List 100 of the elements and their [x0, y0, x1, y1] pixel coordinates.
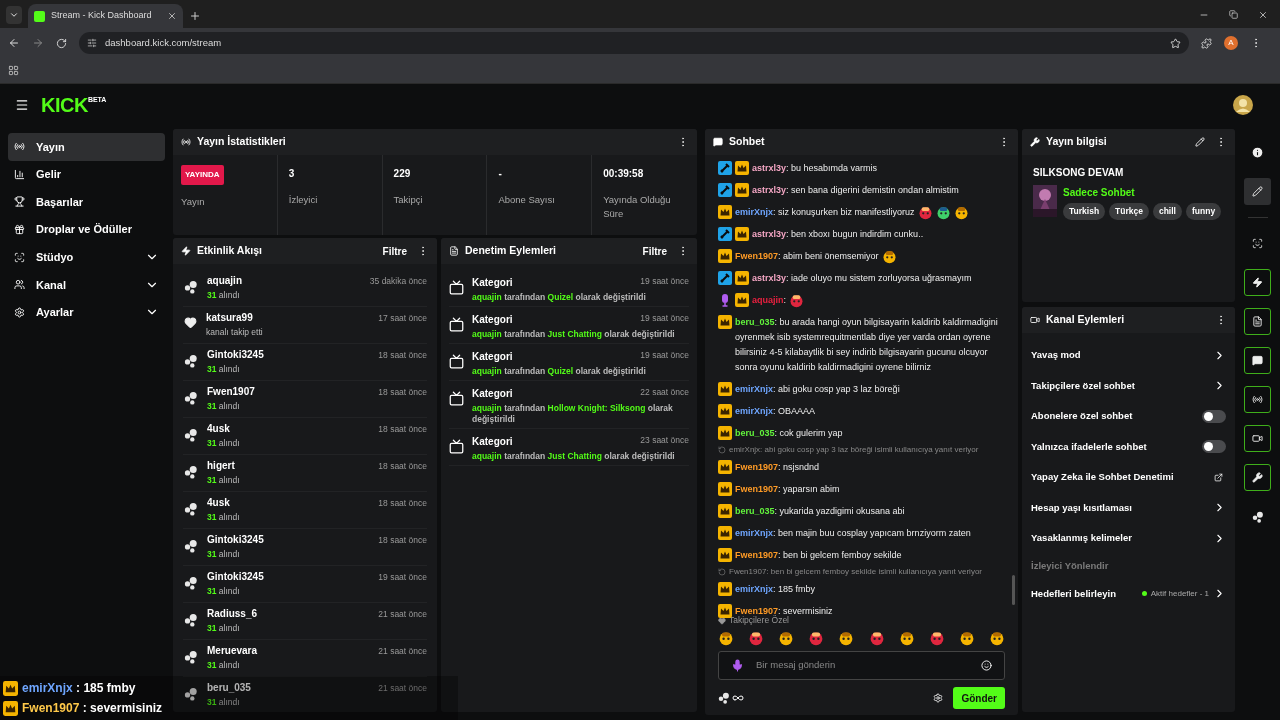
- extensions-icon[interactable]: [1201, 37, 1212, 49]
- category-name[interactable]: Sadece Sohbet: [1063, 185, 1222, 200]
- sidebar-item[interactable]: Başarılar: [8, 188, 165, 216]
- chat-message: Fwen1907: yaparsın abim: [735, 482, 840, 496]
- sidebar-item[interactable]: Droplar ve Ödüller: [8, 215, 165, 244]
- activity-time: 21 saat önce: [378, 645, 427, 658]
- activity-user: Gintoki3245: [207, 534, 265, 546]
- activity-time: 18 saat önce: [378, 534, 427, 547]
- chat-message: Fwen1907: ben bi gelcem femboy sekilde: [735, 548, 902, 562]
- sidebar-item[interactable]: Kanal: [8, 270, 165, 299]
- points-icon: [184, 650, 198, 664]
- sidebar-item[interactable]: Yayın: [8, 133, 165, 161]
- chat-message: beru_035: cok gulerim yap: [735, 426, 843, 440]
- edit-icon[interactable]: [1195, 137, 1205, 147]
- activity-time: 18 saat önce: [378, 349, 427, 362]
- message-field[interactable]: Bir mesaj gönderin: [756, 658, 969, 673]
- close-window-icon[interactable]: [1258, 10, 1268, 20]
- external-link-icon: [1214, 472, 1223, 482]
- sidebar-item[interactable]: Stüdyo: [8, 243, 165, 271]
- filter-button[interactable]: Filtre: [642, 243, 667, 259]
- tag[interactable]: chill: [1152, 203, 1182, 220]
- channel-action-row[interactable]: Yasaklanmış kelimeler: [1031, 523, 1226, 554]
- reload-icon[interactable]: [56, 37, 67, 49]
- panel-toggle-button[interactable]: [1244, 386, 1271, 413]
- menu-icon[interactable]: [15, 97, 29, 112]
- emote-icon[interactable]: [928, 630, 945, 646]
- send-button[interactable]: Gönder: [953, 687, 1005, 709]
- microphone-icon[interactable]: [731, 659, 744, 672]
- new-tab-icon[interactable]: [189, 10, 201, 22]
- emote-icon[interactable]: [748, 630, 765, 646]
- emote-icon[interactable]: [868, 630, 885, 646]
- action-description: aquajin tarafından Just Chatting olarak değiştirildi: [472, 329, 676, 340]
- channel-action-row[interactable]: Hedefleri belirleyin Aktif hedefler - 1: [1031, 578, 1226, 609]
- wrench-icon: [1030, 137, 1040, 147]
- kick-logo[interactable]: KICK: [41, 94, 88, 115]
- close-icon[interactable]: [167, 11, 177, 21]
- activity-user: beru_035: [207, 682, 252, 694]
- chat-message: astrxl3y: iade oluyo mu sistem zorluyorsa uğrasmayım: [752, 271, 972, 285]
- channel-action-row[interactable]: Yalnızca ifadelerle sohbet: [1031, 431, 1226, 462]
- channel-action-row[interactable]: Abonelere özel sohbet: [1031, 401, 1226, 432]
- activity-note: 31 alındı: [207, 549, 241, 559]
- emote-icon[interactable]: [989, 630, 1005, 646]
- chevron-down-icon: [9, 10, 19, 20]
- channel-action-row[interactable]: Takipçilere özel sohbet: [1031, 370, 1226, 401]
- panel-toggle-button[interactable]: [1244, 425, 1271, 452]
- panel-toggle-button[interactable]: [1244, 464, 1271, 491]
- emote-icon[interactable]: [808, 630, 825, 646]
- browser-tab[interactable]: Stream - Kick Dashboard: [28, 4, 183, 28]
- edit-button[interactable]: [1244, 178, 1271, 205]
- emote-icon[interactable]: [778, 630, 795, 646]
- stat-label: Abone Sayısı: [498, 193, 556, 207]
- settings-icon[interactable]: [933, 693, 944, 703]
- activity-note: 31 alındı: [207, 586, 241, 596]
- scrollbar-thumb[interactable]: [1012, 575, 1015, 605]
- toggle-switch[interactable]: [1202, 409, 1226, 423]
- emote-icon[interactable]: [898, 630, 915, 646]
- emoji-icon[interactable]: [981, 660, 992, 671]
- reply-context: emirXnjx: abi goku cosp yap 3 laz böreği isimli kullanıcıya yanıt veriyor: [729, 444, 979, 456]
- activity-time: 18 saat önce: [378, 423, 427, 436]
- filter-button[interactable]: Filtre: [382, 243, 407, 259]
- points-icon: [184, 576, 198, 590]
- panel-toggle-button[interactable]: [1244, 347, 1271, 374]
- sidebar-item[interactable]: Gelir: [8, 160, 165, 189]
- points-icon: [184, 502, 198, 516]
- wrench-icon: [1252, 472, 1263, 483]
- toggle-switch[interactable]: [1202, 440, 1226, 454]
- tag[interactable]: Turkish: [1063, 203, 1106, 220]
- pencil-icon: [1252, 186, 1263, 197]
- users-icon: [14, 279, 25, 291]
- camera-icon: [1030, 315, 1040, 325]
- tab-list-button[interactable]: [6, 6, 22, 24]
- emote-icon[interactable]: [718, 630, 734, 646]
- reply-context: Fwen1907: ben bi gelcem femboy sekilde isimli kullanıcıya yanıt veriyor: [729, 566, 982, 578]
- sidebar-item[interactable]: Ayarlar: [8, 298, 165, 327]
- panel-toggle-button[interactable]: [1244, 269, 1271, 296]
- channel-action-row[interactable]: Yavaş mod: [1031, 340, 1226, 371]
- emote-icon[interactable]: [838, 630, 855, 646]
- panel-title: Denetim Eylemleri: [465, 243, 557, 259]
- tag[interactable]: Türkçe: [1109, 203, 1149, 220]
- restore-icon[interactable]: [1229, 10, 1238, 19]
- overlay-message: Fwen1907 : severmisiniz: [22, 700, 163, 717]
- channel-action-row[interactable]: Hesap yaşı kısıtlaması: [1031, 492, 1226, 523]
- broadcast-icon: [181, 137, 191, 147]
- activity-note: 31 alındı: [207, 697, 241, 707]
- chat-icon: [1252, 355, 1263, 366]
- tag[interactable]: funny: [1185, 203, 1222, 220]
- panel-toggle-button[interactable]: [1244, 308, 1271, 335]
- back-icon[interactable]: [8, 37, 20, 49]
- bookmark-star-icon[interactable]: [1170, 37, 1181, 49]
- tv-icon: [449, 391, 464, 406]
- address-bar[interactable]: dashboard.kick.com/stream: [79, 32, 1189, 54]
- site-settings-icon[interactable]: [87, 38, 97, 48]
- user-avatar[interactable]: [1233, 94, 1253, 115]
- emote-icon: [881, 248, 897, 264]
- activity-note: 31 alındı: [207, 475, 241, 485]
- crown-badge-icon: [3, 680, 18, 696]
- emote-icon[interactable]: [958, 630, 975, 646]
- message-input[interactable]: Bir mesaj gönderin: [718, 651, 1005, 680]
- apps-icon[interactable]: [8, 65, 19, 76]
- channel-action-row[interactable]: Yapay Zeka ile Sohbet Denetimi: [1031, 462, 1226, 493]
